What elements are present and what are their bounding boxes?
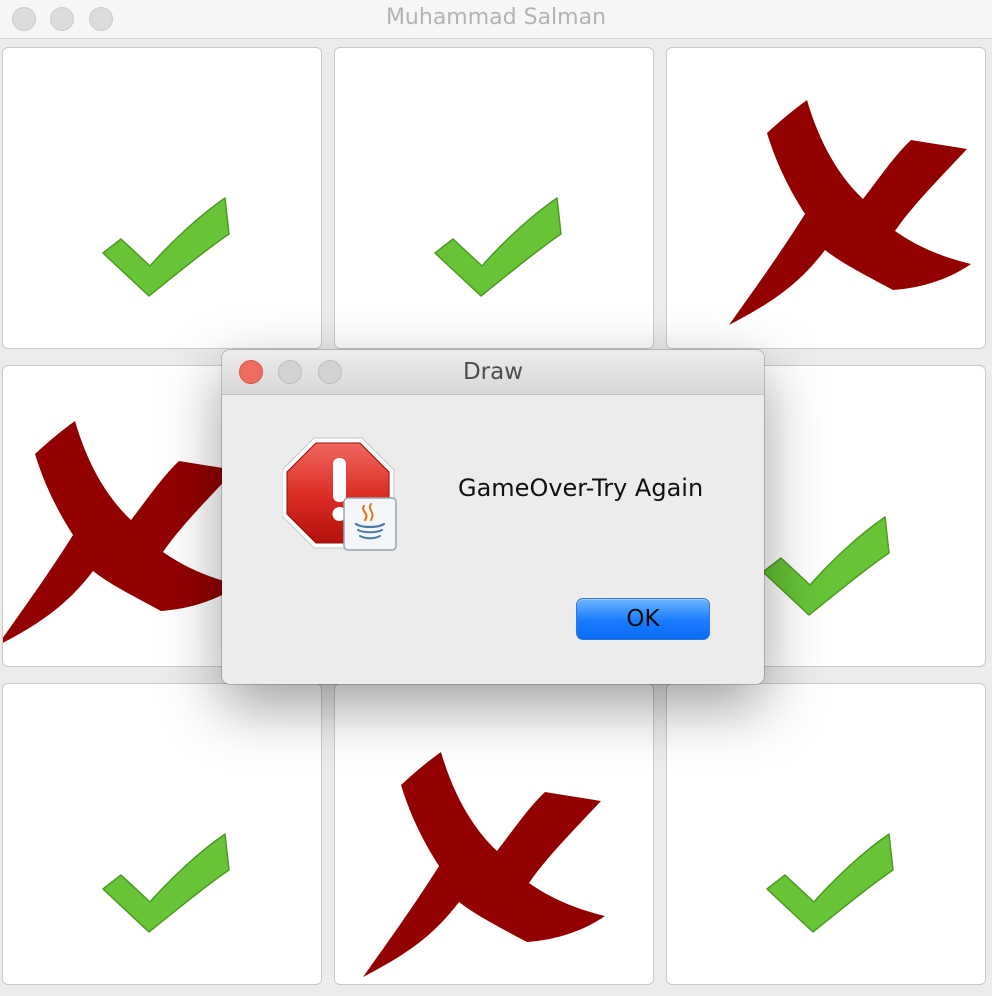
board-cell-2[interactable] — [334, 47, 654, 349]
window-title: Muhammad Salman — [385, 5, 607, 30]
stop-alert-java-icon — [282, 437, 397, 551]
board-cell-3[interactable] — [666, 47, 986, 349]
checkmark-icon — [766, 833, 894, 933]
checkmark-icon — [102, 197, 230, 297]
dialog-title: Draw — [462, 359, 524, 385]
ok-button[interactable]: OK — [576, 598, 710, 640]
dialog-message: GameOver-Try Again — [458, 474, 704, 502]
board-cell-7[interactable] — [2, 683, 322, 985]
x-mark-icon — [729, 100, 971, 325]
board-cell-9[interactable] — [666, 683, 986, 985]
checkmark-icon — [102, 833, 230, 933]
checkmark-icon — [434, 197, 562, 297]
x-mark-icon — [363, 752, 605, 977]
draw-dialog: Draw GameOver-Try Again OK — [222, 350, 764, 684]
dialog-titlebar: Draw — [222, 350, 764, 395]
board-cell-1[interactable] — [2, 47, 322, 349]
window-titlebar: Muhammad Salman — [0, 0, 992, 39]
board-cell-8[interactable] — [334, 683, 654, 985]
